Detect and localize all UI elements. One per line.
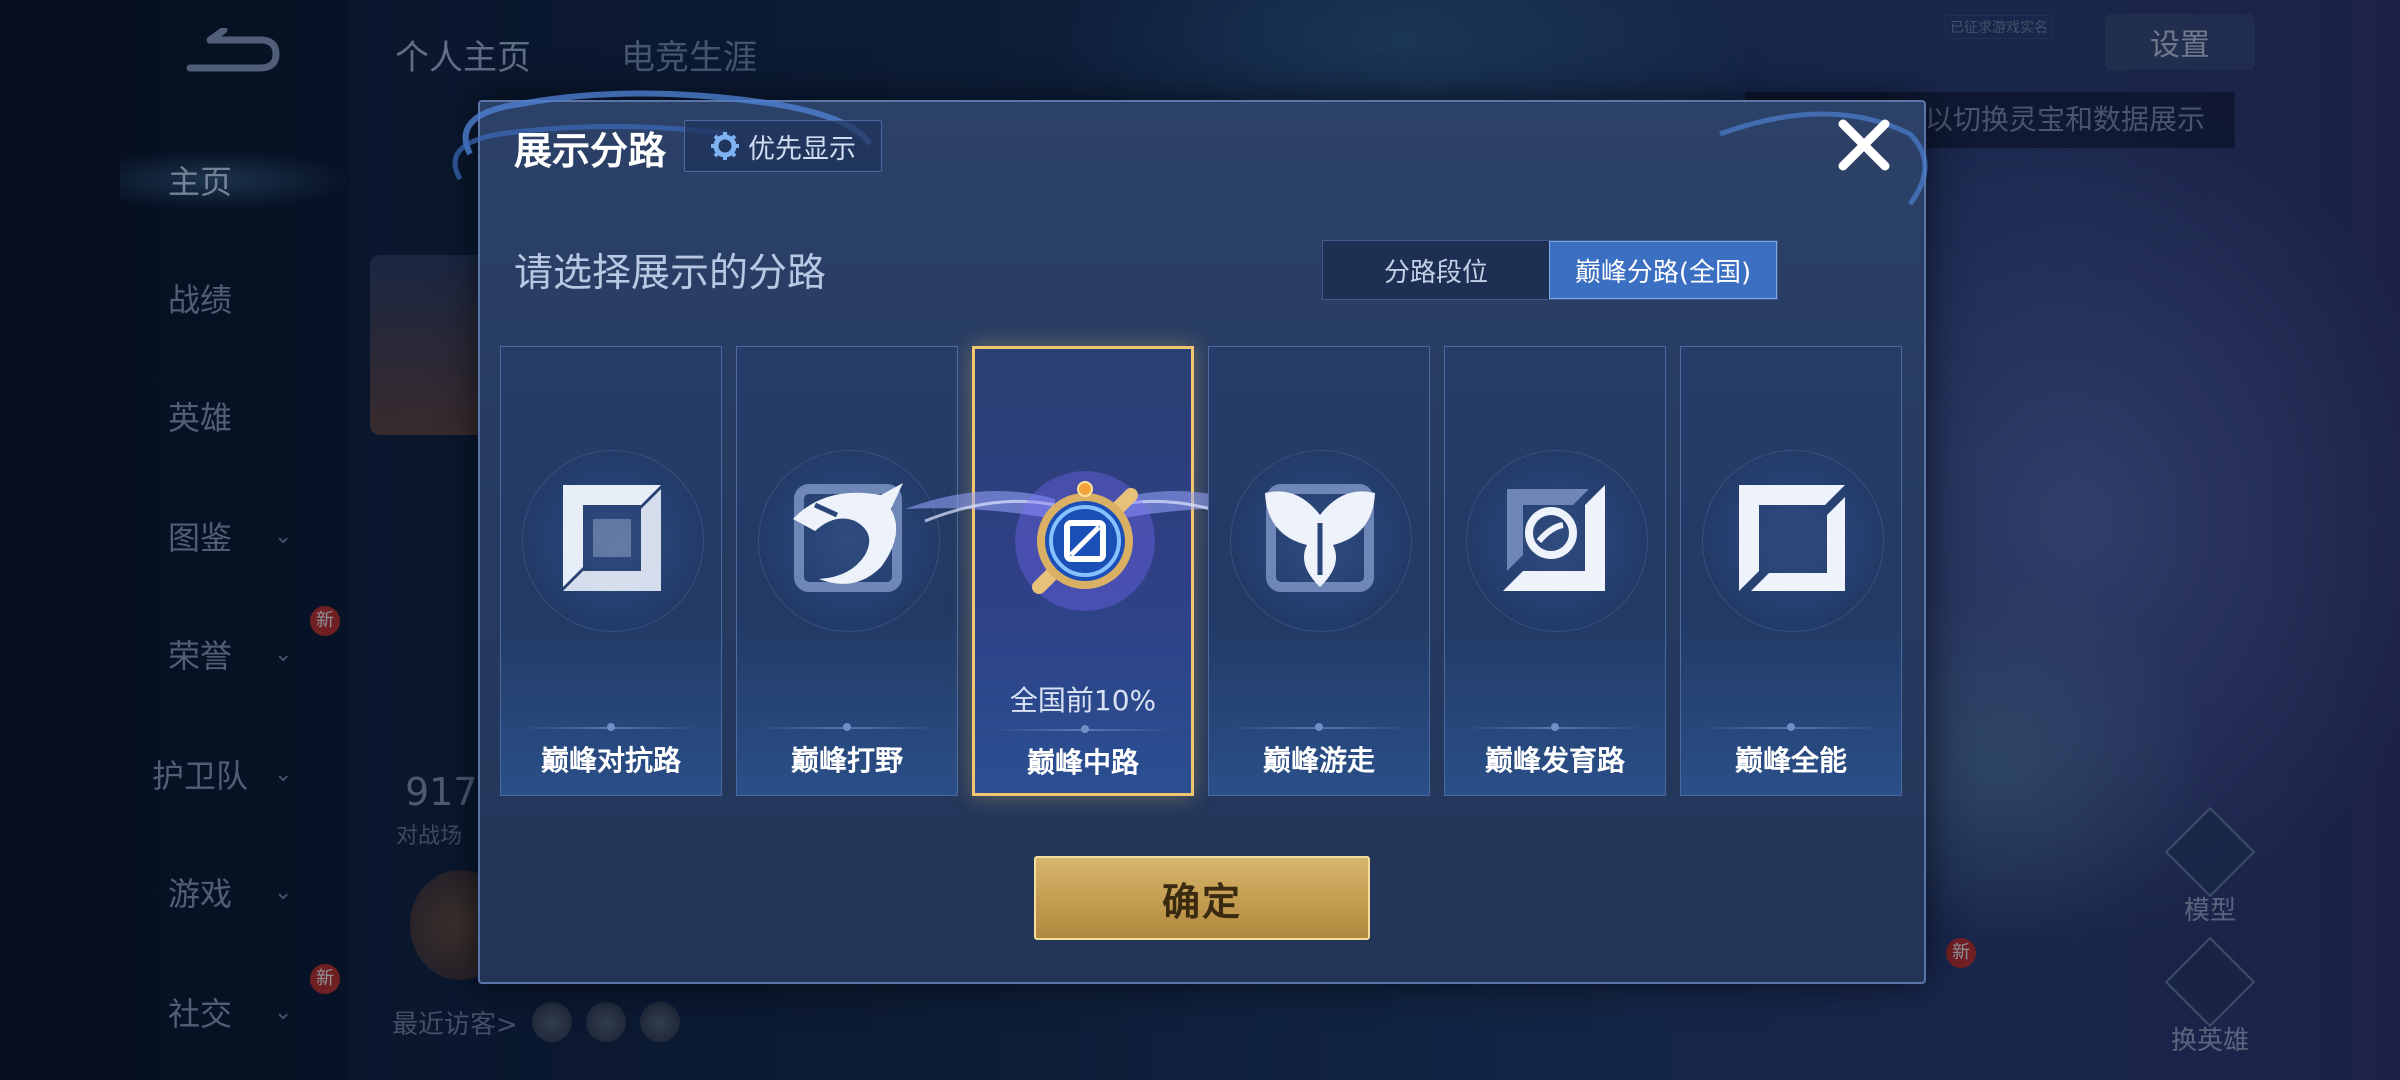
lane-display-dialog: 展示分路 优先显示 请选择展示的分路 分路段位 巅峰分路(全国) 巅峰对抗路 巅…	[452, 90, 1928, 984]
card-divider-dot	[843, 723, 851, 731]
lane-card-list: 巅峰对抗路 巅峰打野 全国前10% 巅峰中路 巅峰游走 巅峰发育路 巅峰全能	[500, 346, 1904, 798]
card-label: 巅峰中路	[1026, 746, 1139, 779]
card-divider-dot	[1551, 723, 1559, 731]
segment-lane-rank[interactable]: 分路段位	[1323, 241, 1549, 299]
priority-label: 优先显示	[748, 133, 856, 165]
confirm-label: 确定	[1161, 879, 1242, 924]
close-icon[interactable]	[1833, 114, 1895, 176]
card-label: 巅峰全能	[1734, 744, 1847, 777]
card-divider-dot	[1787, 723, 1795, 731]
dragon-jungle-icon	[793, 483, 903, 592]
sword-lane-icon	[563, 485, 661, 591]
confirm-button[interactable]: 确定	[1034, 856, 1370, 940]
lane-card-marksman[interactable]: 巅峰发育路	[1444, 346, 1666, 796]
card-label: 巅峰对抗路	[540, 744, 681, 777]
priority-display-button[interactable]: 优先显示	[684, 120, 882, 172]
card-label: 巅峰打野	[790, 744, 903, 777]
card-label: 巅峰游走	[1262, 744, 1375, 777]
lane-card-mid[interactable]: 全国前10% 巅峰中路	[905, 346, 1267, 796]
all-round-icon	[1739, 485, 1845, 591]
close-ornament	[1719, 111, 1928, 206]
rank-label: 全国前10%	[1009, 684, 1157, 717]
card-divider-dot	[607, 723, 615, 731]
gear-icon	[711, 132, 739, 160]
card-divider-dot	[1081, 725, 1089, 733]
lane-card-top[interactable]: 巅峰对抗路	[500, 346, 722, 796]
dialog-subtitle: 请选择展示的分路	[514, 251, 827, 296]
segment-peak-lane-national[interactable]: 巅峰分路(全国)	[1549, 241, 1777, 299]
wings-roam-icon	[1265, 484, 1375, 592]
lane-card-roam[interactable]: 巅峰游走	[1208, 346, 1430, 796]
card-divider-dot	[1315, 723, 1323, 731]
mid-lane-emblem-icon	[1015, 471, 1155, 611]
lane-card-all-round[interactable]: 巅峰全能	[1680, 346, 1902, 796]
lane-card-jungle[interactable]: 巅峰打野	[736, 346, 958, 796]
bow-marksman-icon	[1503, 485, 1605, 591]
dialog-title: 展示分路	[514, 129, 667, 173]
card-label: 巅峰发育路	[1484, 744, 1625, 777]
lane-mode-toggle: 分路段位 巅峰分路(全国)	[1322, 240, 1778, 300]
